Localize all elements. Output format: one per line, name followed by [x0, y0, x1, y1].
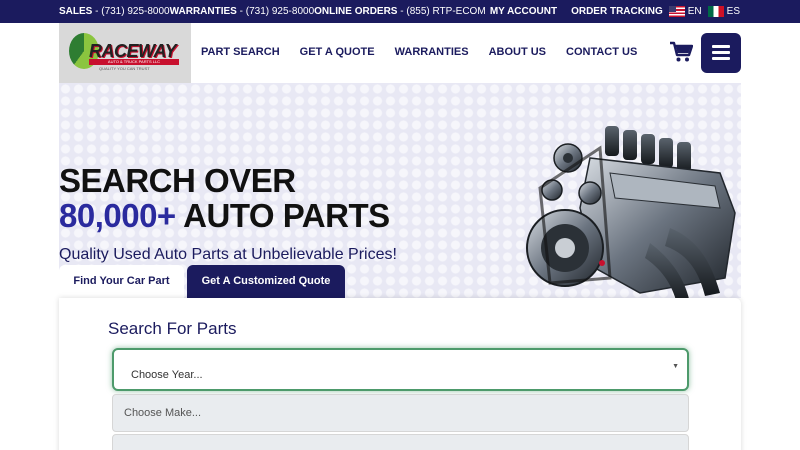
chevron-down-icon: ▼ [672, 363, 679, 370]
warranties-label: WARRANTIES [169, 6, 237, 17]
menu-bar [712, 51, 730, 54]
search-heading: Search For Parts [108, 319, 237, 338]
online-orders-label: ONLINE ORDERS [314, 6, 398, 17]
make-select-value: Choose Make... [124, 407, 202, 419]
lang-en[interactable]: EN [688, 6, 702, 17]
menu-bar [712, 45, 730, 48]
sales-label: SALES [59, 6, 93, 17]
hero-line-1: SEARCH OVER [59, 162, 296, 199]
my-account-link[interactable]: MY ACCOUNT [490, 6, 557, 17]
account-links: MY ACCOUNT ORDER TRACKING EN ES [476, 6, 740, 17]
hero-subtitle: Quality Used Auto Parts at Unbelievable … [59, 246, 397, 263]
model-select[interactable] [112, 434, 689, 450]
tab-get-customized-quote[interactable]: Get A Customized Quote [187, 265, 345, 298]
sales-phone[interactable]: - (731) 925-8000 [95, 6, 170, 17]
contact-numbers: SALES - (731) 925-8000WARRANTIES - (731)… [59, 6, 486, 17]
site-header: RACEWAY AUTO & TRUCK PARTS LLC QUALITY Y… [0, 23, 800, 83]
main-nav: PART SEARCH GET A QUOTE WARRANTIES ABOUT… [201, 46, 657, 58]
engine-illustration [526, 126, 736, 304]
nav-about-us[interactable]: ABOUT US [489, 46, 546, 58]
hero-line-2: 80,000+ AUTO PARTS [59, 198, 390, 233]
logo-subline: AUTO & TRUCK PARTS LLC [89, 59, 179, 65]
tab-find-your-car-part[interactable]: Find Your Car Part [59, 265, 184, 298]
part-search-panel: Search For Parts Choose Year... ▼ Choose… [59, 298, 741, 450]
top-contact-bar: SALES - (731) 925-8000WARRANTIES - (731)… [0, 0, 800, 23]
hero-line-2-rest: AUTO PARTS [175, 197, 390, 234]
menu-bar [712, 57, 730, 60]
nav-part-search[interactable]: PART SEARCH [201, 46, 280, 58]
cart-icon[interactable] [669, 41, 693, 63]
nav-warranties[interactable]: WARRANTIES [395, 46, 469, 58]
warranties-phone[interactable]: - (731) 925-8000 [240, 6, 315, 17]
order-tracking-link[interactable]: ORDER TRACKING [571, 6, 663, 17]
year-select-value: Choose Year... [131, 369, 203, 381]
year-select[interactable]: Choose Year... ▼ [112, 348, 689, 391]
us-flag-icon[interactable] [668, 6, 685, 17]
mexico-flag-icon[interactable] [707, 6, 724, 17]
logo-tagline: QUALITY YOU CAN TRUST [99, 66, 150, 71]
nav-get-a-quote[interactable]: GET A QUOTE [300, 46, 375, 58]
hero-parts-count: 80,000+ [59, 197, 176, 234]
hamburger-menu-button[interactable] [701, 33, 741, 73]
online-orders-phone[interactable]: - (855) RTP-ECOM [400, 6, 485, 17]
raceway-logo[interactable]: RACEWAY AUTO & TRUCK PARTS LLC QUALITY Y… [59, 23, 191, 83]
make-select[interactable]: Choose Make... [112, 394, 689, 432]
lang-es[interactable]: ES [727, 6, 740, 17]
nav-contact-us[interactable]: CONTACT US [566, 46, 637, 58]
hero-title: SEARCH OVER 80,000+ AUTO PARTS [59, 163, 390, 233]
